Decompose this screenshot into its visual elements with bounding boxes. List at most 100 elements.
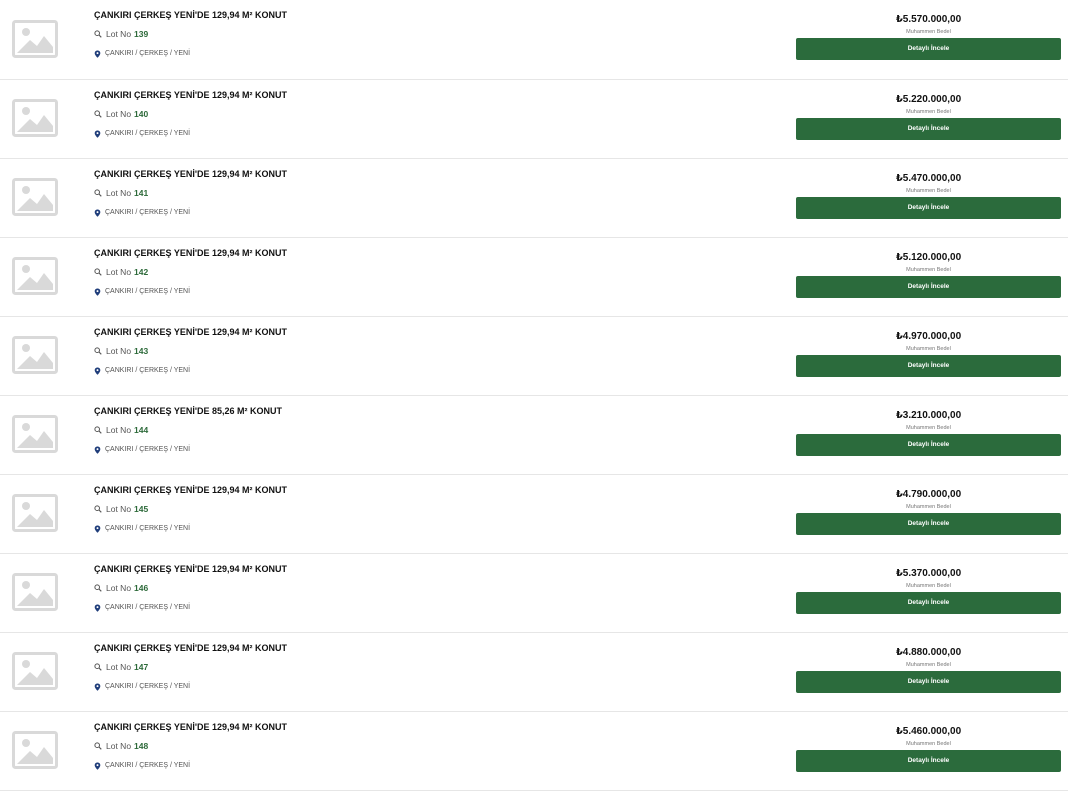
price-block: ₺3.210.000,00 Muhammen Bedel Detaylı İnc… [796,409,1061,456]
location-text: ÇANKIRI / ÇERKEŞ / YENİ [105,446,191,453]
location-text: ÇANKIRI / ÇERKEŞ / YENİ [105,683,191,690]
lot-label: Lot No [106,662,132,672]
detail-button[interactable]: Detaylı İncele [796,355,1061,377]
map-pin-icon [94,209,101,217]
listing-info: ÇANKIRI ÇERKEŞ YENİ'DE 129,94 M² KONUT L… [94,563,287,614]
listing-title[interactable]: ÇANKIRI ÇERKEŞ YENİ'DE 129,94 M² KONUT [94,9,287,21]
location-text: ÇANKIRI / ÇERKEŞ / YENİ [105,130,191,137]
lot-number: 140 [134,109,149,119]
price-block: ₺5.470.000,00 Muhammen Bedel Detaylı İnc… [796,172,1061,219]
listing-row: ÇANKIRI ÇERKEŞ YENİ'DE 129,94 M² KONUT L… [0,633,1068,712]
lot-label: Lot No [106,583,132,593]
location-text: ÇANKIRI / ÇERKEŞ / YENİ [105,209,191,216]
image-placeholder-icon[interactable] [12,336,58,374]
lot-number: 148 [134,741,149,751]
listing-info: ÇANKIRI ÇERKEŞ YENİ'DE 129,94 M² KONUT L… [94,484,287,535]
lot-label: Lot No [106,109,132,119]
lot-line: Lot No 139 [94,28,287,40]
location-text: ÇANKIRI / ÇERKEŞ / YENİ [105,525,191,532]
lot-number: 143 [134,346,149,356]
listing-title[interactable]: ÇANKIRI ÇERKEŞ YENİ'DE 129,94 M² KONUT [94,484,287,496]
lot-number: 147 [134,662,149,672]
detail-button[interactable]: Detaylı İncele [796,276,1061,298]
detail-button[interactable]: Detaylı İncele [796,592,1061,614]
location-line: ÇANKIRI / ÇERKEŞ / YENİ [94,444,282,456]
listing-row: ÇANKIRI ÇERKEŞ YENİ'DE 129,94 M² KONUT L… [0,475,1068,554]
price-label: Muhammen Bedel [906,267,951,273]
listing-title[interactable]: ÇANKIRI ÇERKEŞ YENİ'DE 129,94 M² KONUT [94,89,287,101]
image-placeholder-icon[interactable] [12,731,58,769]
price-label: Muhammen Bedel [906,741,951,747]
search-icon [94,742,102,750]
lot-label: Lot No [106,741,132,751]
price: ₺5.220.000,00 [895,94,962,105]
location-text: ÇANKIRI / ÇERKEŞ / YENİ [105,762,191,769]
detail-button[interactable]: Detaylı İncele [796,513,1061,535]
map-pin-icon [94,50,101,58]
price-label: Muhammen Bedel [906,425,951,431]
map-pin-icon [94,525,101,533]
price: ₺4.790.000,00 [895,489,962,500]
lot-number: 139 [134,29,149,39]
price: ₺3.210.000,00 [895,410,962,421]
listing-list: ÇANKIRI ÇERKEŞ YENİ'DE 129,94 M² KONUT L… [0,0,1068,791]
search-icon [94,426,102,434]
location-line: ÇANKIRI / ÇERKEŞ / YENİ [94,602,287,614]
price-label: Muhammen Bedel [906,188,951,194]
lot-label: Lot No [106,267,132,277]
search-icon [94,584,102,592]
map-pin-icon [94,288,101,296]
lot-line: Lot No 140 [94,108,287,120]
price-block: ₺5.570.000,00 Muhammen Bedel Detaylı İnc… [796,13,1061,60]
lot-number: 141 [134,188,149,198]
listing-row: ÇANKIRI ÇERKEŞ YENİ'DE 129,94 M² KONUT L… [0,159,1068,238]
location-text: ÇANKIRI / ÇERKEŞ / YENİ [105,50,191,57]
location-line: ÇANKIRI / ÇERKEŞ / YENİ [94,523,287,535]
listing-row: ÇANKIRI ÇERKEŞ YENİ'DE 129,94 M² KONUT L… [0,80,1068,159]
image-placeholder-icon[interactable] [12,20,58,58]
location-line: ÇANKIRI / ÇERKEŞ / YENİ [94,681,287,693]
listing-title[interactable]: ÇANKIRI ÇERKEŞ YENİ'DE 129,94 M² KONUT [94,721,287,733]
price-label: Muhammen Bedel [906,109,951,115]
image-placeholder-icon[interactable] [12,573,58,611]
price-block: ₺4.970.000,00 Muhammen Bedel Detaylı İnc… [796,330,1061,377]
listing-title[interactable]: ÇANKIRI ÇERKEŞ YENİ'DE 129,94 M² KONUT [94,563,287,575]
location-line: ÇANKIRI / ÇERKEŞ / YENİ [94,760,287,772]
image-placeholder-icon[interactable] [12,415,58,453]
price-label: Muhammen Bedel [906,504,951,510]
detail-button[interactable]: Detaylı İncele [796,38,1061,60]
lot-line: Lot No 148 [94,740,287,752]
price: ₺5.120.000,00 [895,252,962,263]
lot-line: Lot No 145 [94,503,287,515]
search-icon [94,663,102,671]
image-placeholder-icon[interactable] [12,178,58,216]
search-icon [94,347,102,355]
lot-line: Lot No 144 [94,424,282,436]
detail-button[interactable]: Detaylı İncele [796,197,1061,219]
image-placeholder-icon[interactable] [12,494,58,532]
location-line: ÇANKIRI / ÇERKEŞ / YENİ [94,286,287,298]
map-pin-icon [94,762,101,770]
detail-button[interactable]: Detaylı İncele [796,750,1061,772]
detail-button[interactable]: Detaylı İncele [796,434,1061,456]
lot-label: Lot No [106,346,132,356]
listing-row: ÇANKIRI ÇERKEŞ YENİ'DE 129,94 M² KONUT L… [0,0,1068,80]
price-label: Muhammen Bedel [906,583,951,589]
image-placeholder-icon[interactable] [12,652,58,690]
search-icon [94,110,102,118]
price-label: Muhammen Bedel [906,29,951,35]
detail-button[interactable]: Detaylı İncele [796,671,1061,693]
listing-row: ÇANKIRI ÇERKEŞ YENİ'DE 129,94 M² KONUT L… [0,712,1068,791]
listing-title[interactable]: ÇANKIRI ÇERKEŞ YENİ'DE 129,94 M² KONUT [94,247,287,259]
listing-title[interactable]: ÇANKIRI ÇERKEŞ YENİ'DE 129,94 M² KONUT [94,642,287,654]
listing-title[interactable]: ÇANKIRI ÇERKEŞ YENİ'DE 85,26 M² KONUT [94,405,282,417]
listing-info: ÇANKIRI ÇERKEŞ YENİ'DE 129,94 M² KONUT L… [94,168,287,219]
image-placeholder-icon[interactable] [12,257,58,295]
listing-title[interactable]: ÇANKIRI ÇERKEŞ YENİ'DE 129,94 M² KONUT [94,168,287,180]
image-placeholder-icon[interactable] [12,99,58,137]
map-pin-icon [94,130,101,138]
lot-label: Lot No [106,504,132,514]
listing-title[interactable]: ÇANKIRI ÇERKEŞ YENİ'DE 129,94 M² KONUT [94,326,287,338]
detail-button[interactable]: Detaylı İncele [796,118,1061,140]
map-pin-icon [94,367,101,375]
